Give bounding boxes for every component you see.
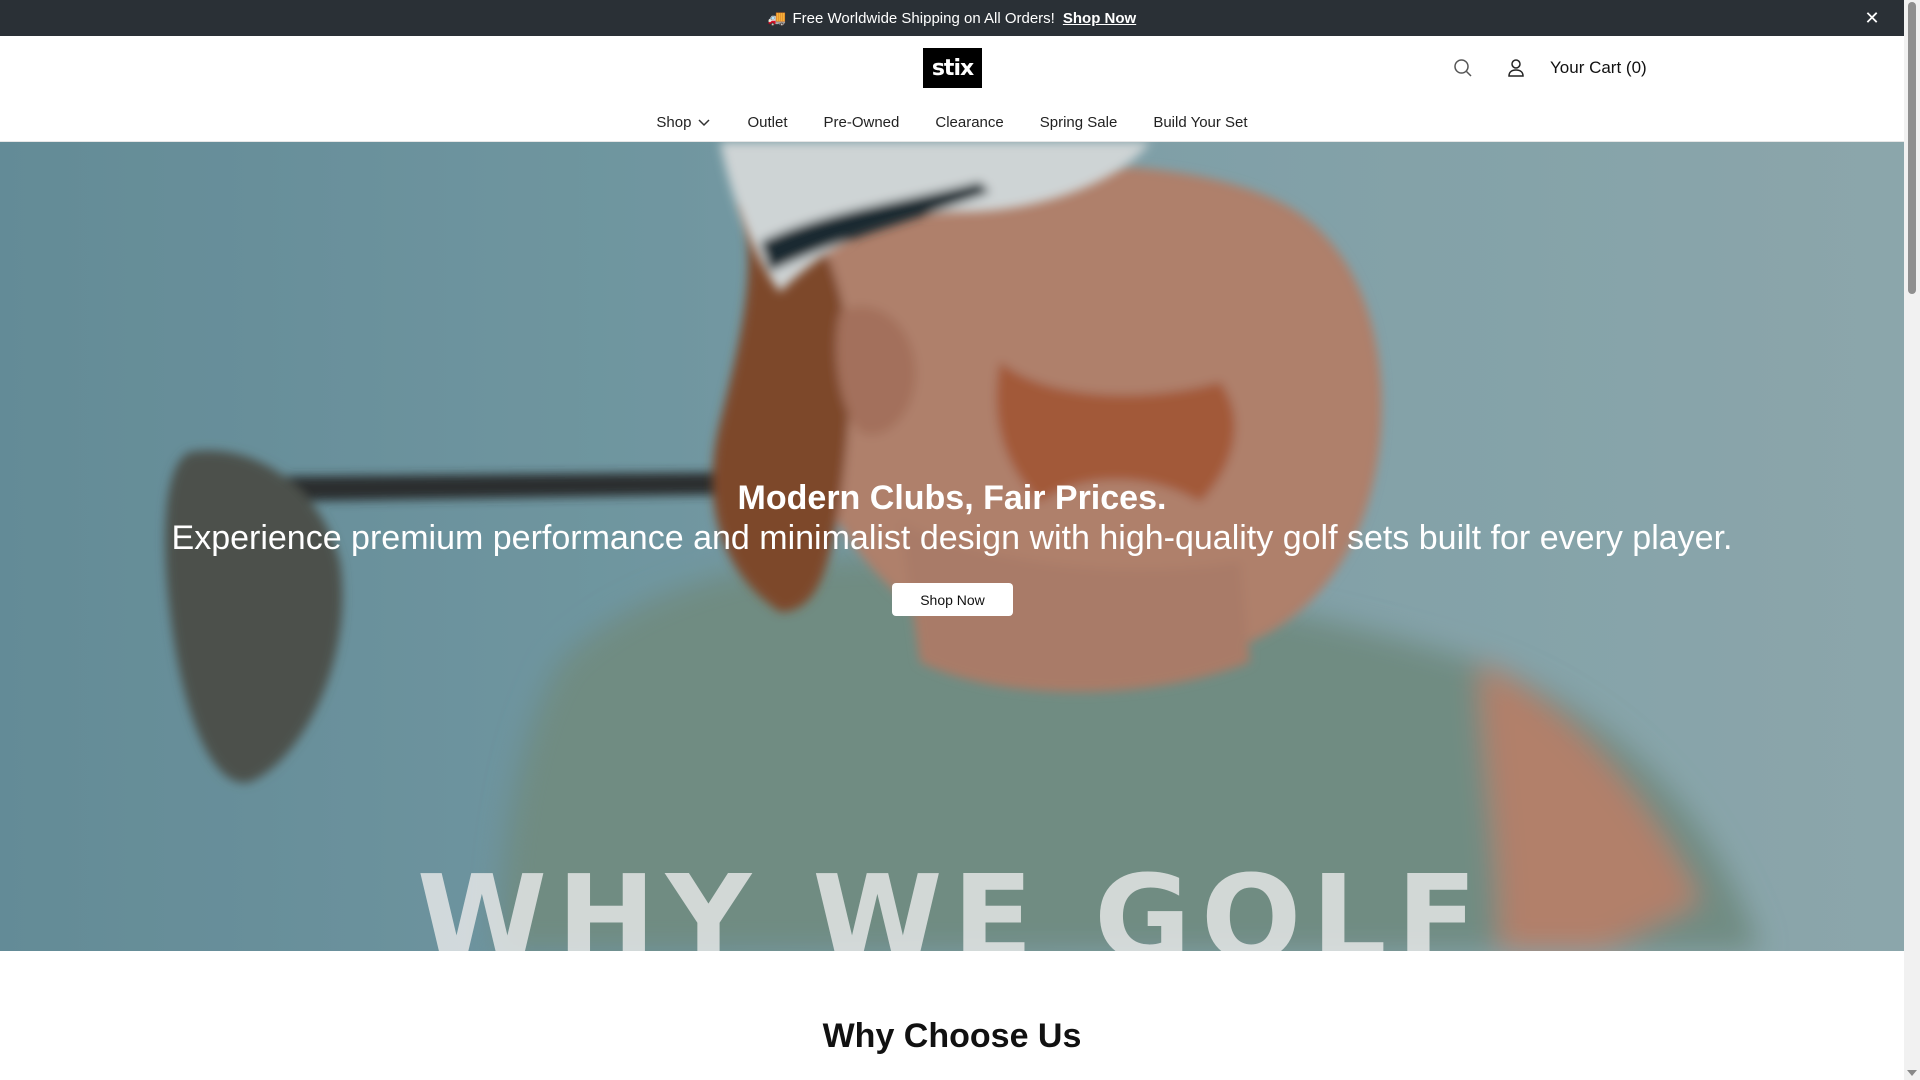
close-icon[interactable]: ✕	[1862, 8, 1882, 28]
site-header: stix Your Cart (0) Shop Outlet Pre-Owned…	[0, 36, 1904, 142]
hero-title: Modern Clubs, Fair Prices.	[737, 479, 1167, 517]
nav-item-outlet[interactable]: Outlet	[747, 114, 787, 131]
search-icon[interactable]	[1451, 56, 1475, 80]
nav-item-label: Clearance	[935, 113, 1004, 131]
nav-item-clearance[interactable]: Clearance	[935, 114, 1003, 131]
announcement-shop-now-link[interactable]: Shop Now	[1063, 10, 1136, 27]
hero-subtitle: Experience premium performance and minim…	[171, 519, 1733, 557]
hero-banner: Modern Clubs, Fair Prices. Experience pr…	[0, 142, 1904, 951]
announcement-bar: 🚚 Free Worldwide Shipping on All Orders!…	[0, 0, 1904, 36]
nav-item-label: Spring Sale	[1039, 113, 1118, 131]
nav-item-pre-owned[interactable]: Pre-Owned	[824, 114, 900, 131]
scroll-down-arrow-icon[interactable]	[1907, 1069, 1917, 1077]
nav-item-label: Shop	[656, 113, 692, 131]
main-nav: Shop Outlet Pre-Owned Clearance Spring S…	[0, 108, 1904, 136]
page-scrollbar[interactable]	[1904, 0, 1920, 1080]
nav-item-spring-sale[interactable]: Spring Sale	[1040, 114, 1118, 131]
nav-item-label: Outlet	[747, 113, 788, 131]
cart-link[interactable]: Your Cart (0)	[1550, 56, 1647, 80]
nav-item-shop[interactable]: Shop	[656, 114, 711, 131]
chevron-down-icon	[698, 119, 710, 127]
scrollbar-thumb[interactable]	[1908, 2, 1916, 294]
section-title: Why Choose Us	[822, 1017, 1082, 1055]
logo[interactable]: stix	[923, 48, 982, 88]
nav-item-label: Pre-Owned	[823, 113, 900, 131]
truck-icon: 🚚	[767, 10, 787, 27]
nav-item-build-your-set[interactable]: Build Your Set	[1153, 114, 1247, 131]
nav-item-label: Build Your Set	[1153, 113, 1248, 131]
announcement-text: Free Worldwide Shipping on All Orders!	[792, 9, 1055, 27]
account-icon[interactable]	[1504, 56, 1528, 80]
hero-watermark-text: WHY WE GOLF	[416, 849, 1488, 951]
hero-shop-now-button[interactable]: Shop Now	[892, 583, 1013, 616]
